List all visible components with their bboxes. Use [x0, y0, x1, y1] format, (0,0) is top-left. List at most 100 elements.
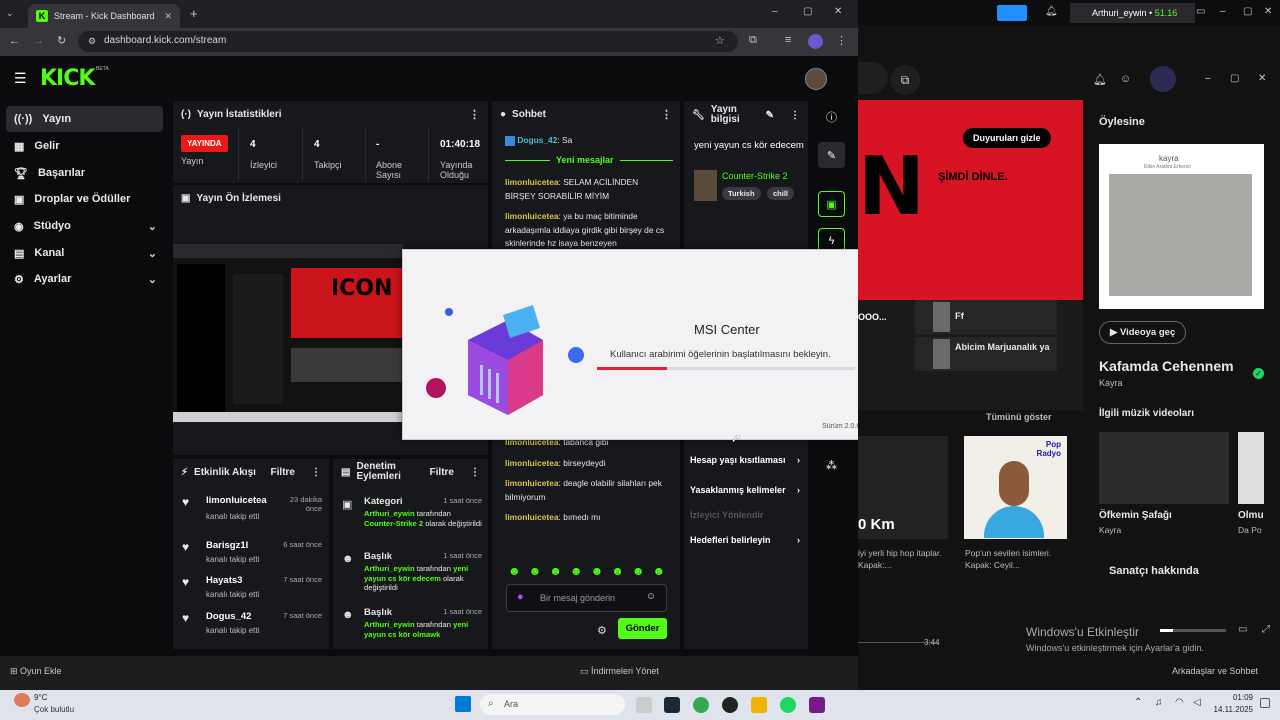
bookmark-star-icon[interactable]: ☆: [715, 34, 725, 47]
sidebar-item-basarilar[interactable]: 🏆︎ Başarılar: [6, 160, 163, 186]
video-title[interactable]: Olmu: [1238, 510, 1264, 521]
maximize-icon[interactable]: ▢: [1230, 73, 1239, 84]
maximize-icon[interactable]: ▢: [1243, 6, 1252, 17]
volume-slider[interactable]: [1160, 629, 1226, 632]
browser-tab[interactable]: K Stream - Kick Dashboard ✕: [28, 4, 180, 28]
app-icon[interactable]: [809, 697, 825, 713]
clock-time[interactable]: 01:09: [1213, 693, 1253, 702]
app-icon[interactable]: [722, 697, 738, 713]
browser-menu-icon[interactable]: ⋮: [836, 34, 847, 47]
sidebar-item-gelir[interactable]: ▦ Gelir: [6, 133, 163, 159]
taskbar-search[interactable]: ⌕ Ara: [480, 694, 625, 715]
steam-icon[interactable]: [664, 697, 680, 713]
video-thumb[interactable]: [1238, 432, 1264, 504]
chat-username[interactable]: limonluicetea: [505, 458, 559, 468]
activity-menu-icon[interactable]: ⋮: [311, 467, 321, 478]
hide-announcements-button[interactable]: Duyuruları gizle: [963, 128, 1051, 148]
link-account-age[interactable]: Hesap yaşı kısıtlaması ›: [690, 455, 800, 465]
app-icon[interactable]: [636, 697, 652, 713]
category-thumbnail[interactable]: [694, 170, 717, 201]
tag-badge[interactable]: chill: [767, 187, 795, 200]
chrome-icon[interactable]: [693, 697, 709, 713]
chat-username[interactable]: limonluicetea: [505, 177, 559, 187]
liked-check-icon[interactable]: ✓: [1253, 368, 1264, 379]
tab-list-chevron-icon[interactable]: ⌄: [6, 8, 14, 19]
chat-username[interactable]: Dogus_42: [517, 135, 557, 145]
emote-icon[interactable]: ☻: [508, 564, 521, 578]
show-all-link[interactable]: Tümünü göster: [986, 412, 1052, 422]
tag-badge[interactable]: Turkish: [722, 187, 761, 200]
extensions-icon[interactable]: ⧉: [749, 34, 757, 47]
activity-filter-button[interactable]: Filtre: [271, 467, 295, 478]
minimize-icon[interactable]: –: [772, 6, 778, 17]
clock-date[interactable]: 14.11.2025: [1207, 705, 1253, 714]
minimize-icon[interactable]: –: [1220, 6, 1226, 17]
site-info-icon[interactable]: ⚙: [88, 36, 96, 47]
queue-item[interactable]: Abicim Marjuanalık ya: [915, 337, 1057, 371]
forward-icon[interactable]: →: [33, 35, 44, 47]
library-icon[interactable]: ⧉: [890, 65, 920, 95]
video-title[interactable]: Öfkemin Şafağı: [1099, 510, 1172, 521]
back-icon[interactable]: ←: [9, 35, 20, 47]
capture-icon[interactable]: ▣: [818, 191, 845, 217]
spotify-avatar[interactable]: [1150, 66, 1176, 92]
emote-icon[interactable]: ☻: [591, 564, 604, 578]
weather-icon[interactable]: [14, 693, 30, 707]
sidebar-item-studyo[interactable]: ◉ Stüdyo ⌄: [6, 213, 163, 239]
maximize-icon[interactable]: ▢: [803, 6, 812, 17]
kick-logo[interactable]: KICK: [40, 66, 95, 91]
spotify-icon[interactable]: [780, 697, 796, 713]
song-title[interactable]: Kafamda Cehennem: [1099, 358, 1249, 374]
sidebar-item-kanal[interactable]: ▤ Kanal ⌄: [6, 240, 163, 266]
stream-info-menu-icon[interactable]: ⋮: [790, 110, 800, 121]
emote-icon[interactable]: ☻: [632, 564, 645, 578]
stream-preview-video[interactable]: ICON: [173, 244, 403, 422]
new-tab-icon[interactable]: +: [190, 6, 198, 21]
tab-close-icon[interactable]: ✕: [164, 11, 172, 22]
notification-bell-icon[interactable]: 🔔︎: [1093, 73, 1107, 86]
profile-avatar[interactable]: [808, 34, 823, 49]
monitor-icon[interactable]: ▭: [1196, 6, 1205, 17]
bell-icon[interactable]: 🔔︎: [1045, 6, 1058, 17]
headset-icon[interactable]: ♫: [1155, 697, 1163, 708]
volume-icon[interactable]: ◁: [1193, 697, 1201, 708]
folder-icon[interactable]: [751, 697, 767, 713]
link-banned-words[interactable]: Yasaklanmış kelimeler ›: [690, 485, 800, 495]
emote-icon[interactable]: ☻: [611, 564, 624, 578]
fullscreen-icon[interactable]: ⤢: [1262, 624, 1270, 635]
moderation-menu-icon[interactable]: ⋮: [470, 467, 480, 478]
edit-pencil-icon[interactable]: ✎: [766, 110, 774, 121]
minimize-icon[interactable]: –: [1205, 73, 1211, 84]
reload-icon[interactable]: ↻: [57, 34, 66, 47]
emote-icon[interactable]: ☻: [570, 564, 583, 578]
microphone-icon[interactable]: ●: [517, 591, 524, 603]
chat-username[interactable]: limonluicetea: [505, 211, 559, 221]
radio-cover[interactable]: Pop Radyo: [964, 436, 1067, 539]
edit-icon[interactable]: ✎: [818, 142, 845, 168]
emoji-icon[interactable]: ☺: [646, 591, 656, 602]
windows-start-icon[interactable]: [455, 696, 471, 712]
chat-username[interactable]: limonluicetea: [505, 478, 559, 488]
tray-chevron-up-icon[interactable]: ⌃: [1134, 697, 1142, 708]
stats-menu-icon[interactable]: ⋮: [469, 108, 480, 121]
emote-icon[interactable]: ☻: [652, 564, 665, 578]
user-avatar[interactable]: [805, 68, 827, 90]
address-bar[interactable]: dashboard.kick.com/stream: [78, 31, 738, 52]
friends-icon[interactable]: ☺: [1120, 73, 1131, 85]
chat-menu-icon[interactable]: ⋮: [661, 108, 672, 121]
hamburger-menu-icon[interactable]: ☰: [14, 70, 27, 87]
link-raid[interactable]: İzleyici Yönlendir: [690, 510, 800, 520]
wifi-icon[interactable]: ◠: [1175, 697, 1184, 708]
emote-icon[interactable]: ☻: [529, 564, 542, 578]
chat-username[interactable]: limonluicetea: [505, 512, 559, 522]
manage-downloads-button[interactable]: ▭ İndirmeleri Yönet: [580, 666, 659, 677]
video-thumb[interactable]: [1099, 432, 1229, 504]
switch-to-video-button[interactable]: ▶︎ Videoya geç: [1099, 321, 1187, 344]
link-goals[interactable]: Hedefleri belirleyin ›: [690, 535, 800, 545]
friends-chat-label[interactable]: Arkadaşlar ve Sohbet: [1172, 666, 1258, 676]
window-close-icon[interactable]: ✕: [834, 6, 842, 17]
sidebar-item-yayin[interactable]: ((·)) Yayın: [6, 106, 163, 132]
moderation-filter-button[interactable]: Filtre: [430, 467, 454, 478]
info-icon[interactable]: ⓘ: [818, 104, 845, 130]
send-button[interactable]: Gönder: [618, 618, 667, 639]
